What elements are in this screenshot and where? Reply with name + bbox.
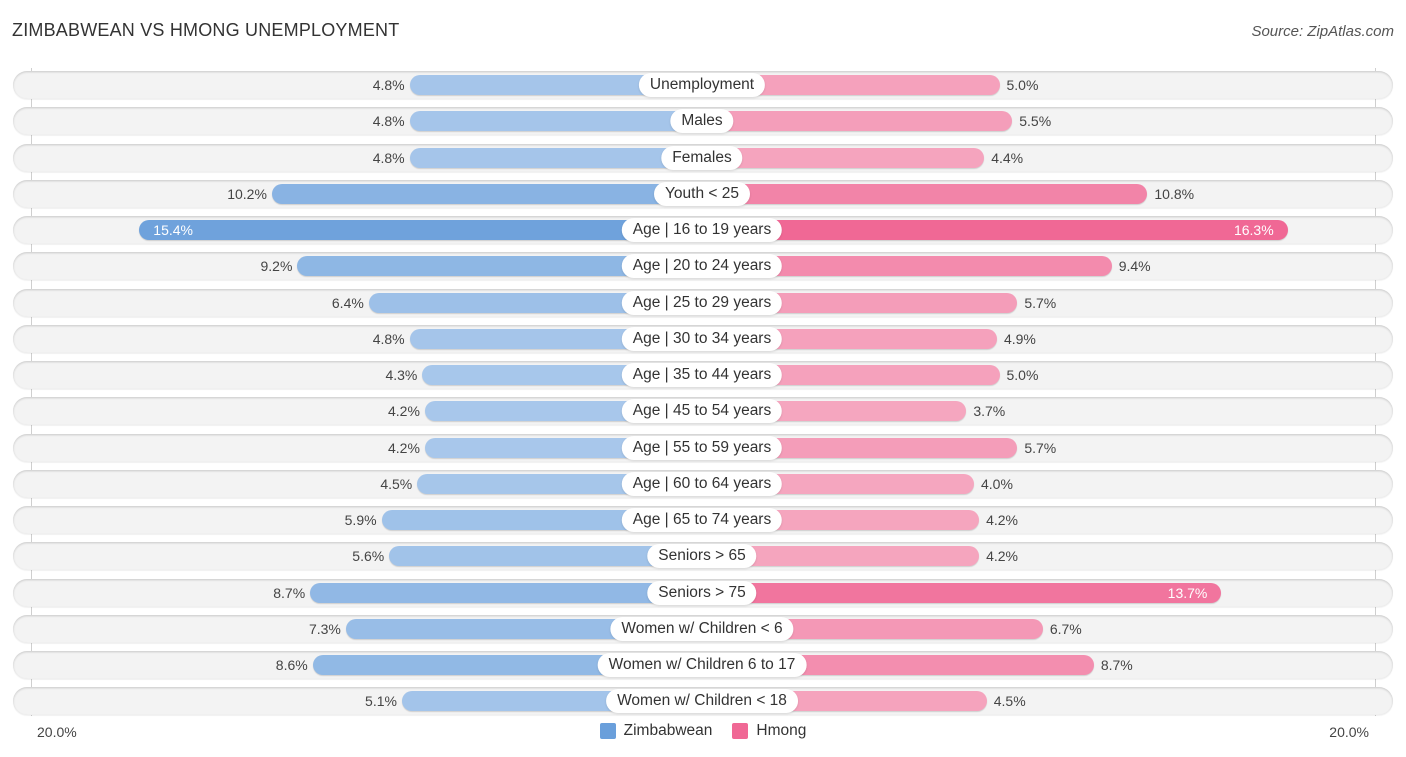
value-label-hmong: 4.4% <box>991 149 1024 166</box>
value-label-hmong: 9.4% <box>1118 258 1151 275</box>
value-label-zimbabwean: 4.8% <box>372 113 405 130</box>
category-label: Age | 20 to 24 years <box>621 254 783 279</box>
value-label-zimbabwean: 4.2% <box>387 439 420 456</box>
bar-hmong[interactable] <box>702 220 1288 240</box>
category-label: Females <box>661 145 743 170</box>
category-label: Women w/ Children < 18 <box>606 689 798 714</box>
category-label: Age | 60 to 64 years <box>621 471 783 496</box>
value-label-zimbabwean: 4.3% <box>385 367 418 383</box>
value-label-hmong: 5.7% <box>1024 294 1057 311</box>
category-label: Age | 16 to 19 years <box>621 218 783 242</box>
category-label: Youth < 25 <box>654 181 750 206</box>
value-label-hmong: 4.9% <box>1003 330 1036 347</box>
value-label-zimbabwean: 8.7% <box>273 584 306 601</box>
bar-zimbabwean[interactable] <box>139 220 702 240</box>
bar-hmong[interactable] <box>702 111 1013 132</box>
category-label: Age | 25 to 29 years <box>621 290 783 315</box>
value-label-zimbabwean: 4.2% <box>387 403 420 420</box>
value-label-hmong: 5.7% <box>1024 439 1057 456</box>
value-label-hmong: 6.7% <box>1049 620 1082 637</box>
legend-item-zimbabwean[interactable]: Zimbabwean <box>599 722 713 740</box>
bar-zimbabwean[interactable] <box>409 111 702 132</box>
category-label: Age | 30 to 34 years <box>621 326 783 351</box>
category-label: Seniors > 75 <box>647 580 757 605</box>
value-label-hmong: 13.7% <box>1167 584 1208 601</box>
legend: Zimbabwean Hmong <box>0 722 1406 740</box>
bar-hmong[interactable] <box>702 183 1148 204</box>
bar-hmong[interactable] <box>702 582 1222 603</box>
value-label-zimbabwean: 8.6% <box>275 657 308 673</box>
category-label: Seniors > 65 <box>647 544 757 569</box>
legend-label-zimbabwean: Zimbabwean <box>623 722 713 739</box>
value-label-zimbabwean: 10.2% <box>227 185 267 202</box>
category-label: Age | 35 to 44 years <box>621 363 783 387</box>
value-label-zimbabwean: 15.4% <box>153 222 193 238</box>
value-label-hmong: 4.5% <box>993 693 1026 710</box>
value-label-zimbabwean: 7.3% <box>308 620 341 637</box>
value-label-zimbabwean: 6.4% <box>331 294 364 311</box>
value-label-hmong: 8.7% <box>1100 657 1133 673</box>
legend-swatch-zimbabwean <box>599 723 616 739</box>
bar-zimbabwean[interactable] <box>310 582 702 603</box>
value-label-zimbabwean: 4.8% <box>372 330 405 347</box>
value-label-hmong: 5.5% <box>1019 113 1052 130</box>
legend-swatch-hmong <box>732 723 749 739</box>
value-label-hmong: 5.0% <box>1006 367 1039 383</box>
bar-hmong[interactable] <box>702 147 985 168</box>
category-label: Males <box>670 109 734 134</box>
value-label-hmong: 4.0% <box>981 475 1013 492</box>
legend-item-hmong[interactable]: Hmong <box>732 722 806 740</box>
bar-zimbabwean[interactable] <box>409 147 702 168</box>
value-label-hmong: 4.2% <box>986 512 1019 528</box>
chart-rows: 4.8% 5.0% Unemployment 4.8% 5.5% Males 4.8% 4.4… <box>0 0 1406 757</box>
category-label: Age | 45 to 54 years <box>621 399 783 424</box>
value-label-hmong: 5.0% <box>1006 77 1039 93</box>
value-label-hmong: 16.3% <box>1233 222 1274 238</box>
value-label-hmong: 4.2% <box>986 548 1019 565</box>
category-label: Women w/ Children 6 to 17 <box>597 653 807 677</box>
value-label-zimbabwean: 4.8% <box>372 77 405 93</box>
value-label-zimbabwean: 9.2% <box>260 258 293 275</box>
category-label: Age | 65 to 74 years <box>621 508 783 532</box>
legend-label-hmong: Hmong <box>756 722 807 739</box>
value-label-hmong: 3.7% <box>973 403 1006 420</box>
category-label: Unemployment <box>638 73 766 97</box>
value-label-zimbabwean: 5.1% <box>365 693 397 710</box>
value-label-zimbabwean: 5.6% <box>352 548 385 565</box>
category-label: Age | 55 to 59 years <box>621 435 783 460</box>
value-label-zimbabwean: 4.8% <box>372 149 405 166</box>
bar-zimbabwean[interactable] <box>271 183 702 204</box>
value-label-hmong: 10.8% <box>1154 185 1195 202</box>
value-label-zimbabwean: 4.5% <box>380 475 413 492</box>
category-label: Women w/ Children < 6 <box>610 616 794 641</box>
value-label-zimbabwean: 5.9% <box>344 512 377 528</box>
